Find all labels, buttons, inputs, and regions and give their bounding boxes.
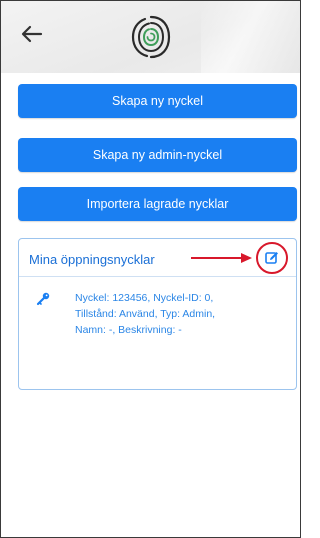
key-details[interactable]: Nyckel: 123456, Nyckel-ID: 0, Tillstånd:…: [75, 290, 275, 338]
key-icon: [36, 292, 50, 306]
my-keys-title: Mina öppningsnycklar: [29, 252, 155, 267]
key-details-line: Tillstånd: Använd, Typ: Admin,: [75, 308, 216, 320]
create-admin-key-button[interactable]: Skapa ny admin-nyckel: [18, 138, 297, 172]
card-divider: [19, 276, 296, 277]
header-bar: [1, 1, 300, 73]
edit-icon: [265, 252, 278, 264]
import-keys-button[interactable]: Importera lagrade nycklar: [18, 187, 297, 221]
key-details-line: Nyckel: 123456, Nyckel-ID: 0,: [75, 292, 214, 304]
key-details-line: Namn: -, Beskrivning: -: [75, 324, 182, 336]
arrow-left-icon: [21, 25, 43, 43]
header-decoration: [201, 1, 300, 73]
edit-keys-button[interactable]: [256, 242, 288, 274]
create-key-button[interactable]: Skapa ny nyckel: [18, 84, 297, 118]
import-keys-label: Importera lagrade nycklar: [86, 197, 229, 211]
my-keys-card: Mina öppningsnycklar Nyckel: 123456, Nyc…: [18, 238, 297, 390]
create-admin-key-label: Skapa ny admin-nyckel: [92, 148, 223, 162]
app-screen: Skapa ny nyckel Skapa ny admin-nyckel Im…: [0, 0, 301, 538]
create-key-label: Skapa ny nyckel: [111, 94, 204, 108]
annotation-arrow-icon: [191, 253, 252, 263]
back-button[interactable]: [15, 21, 45, 47]
fingerprint-logo-icon: [131, 13, 171, 61]
